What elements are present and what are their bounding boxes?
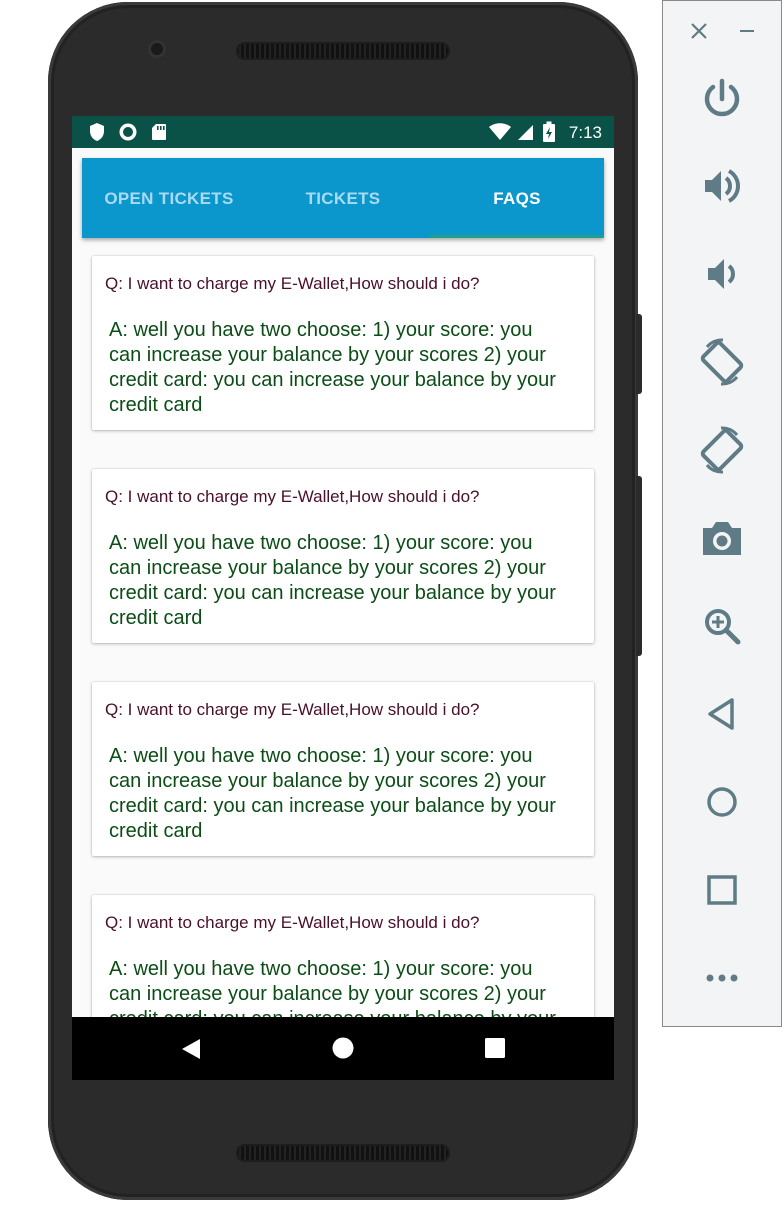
bottom-speaker: [236, 1144, 450, 1162]
navigation-bar: [72, 1017, 614, 1080]
volume-up-icon[interactable]: [693, 157, 751, 215]
nav-home-button[interactable]: [303, 1017, 383, 1080]
minimize-icon[interactable]: [735, 19, 759, 43]
tab-bar: OPEN TICKETS TICKETS FAQS: [82, 158, 604, 238]
nav-recents-button[interactable]: [455, 1017, 535, 1080]
tab-tickets[interactable]: TICKETS: [256, 158, 430, 238]
more-icon[interactable]: [693, 949, 751, 1007]
faq-card[interactable]: Q: I want to charge my E-Wallet,How shou…: [92, 256, 594, 430]
volume-down-icon[interactable]: [693, 245, 751, 303]
home-icon[interactable]: [693, 773, 751, 831]
sd-card-icon: [152, 124, 166, 140]
zoom-icon[interactable]: [693, 597, 751, 655]
rotate-left-icon[interactable]: [693, 333, 751, 391]
power-icon[interactable]: [693, 69, 751, 127]
emulator-toolbar: [662, 0, 782, 1027]
recents-icon: [485, 1038, 505, 1058]
sync-circle-icon: [119, 123, 137, 141]
status-time: 7:13: [568, 123, 602, 142]
rotate-right-icon[interactable]: [693, 421, 751, 479]
faq-card[interactable]: Q: I want to charge my E-Wallet,How shou…: [92, 895, 594, 1018]
faq-card[interactable]: Q: I want to charge my E-Wallet,How shou…: [92, 469, 594, 643]
camera-icon[interactable]: [693, 509, 751, 567]
faq-answer: A: well you have two choose: 1) your sco…: [109, 958, 556, 1018]
top-speaker: [236, 42, 450, 60]
faq-answer: A: well you have two choose: 1) your sco…: [109, 532, 556, 629]
faq-question: Q: I want to charge my E-Wallet,How shou…: [105, 913, 480, 932]
phone-power-button: [636, 314, 642, 394]
faq-question: Q: I want to charge my E-Wallet,How shou…: [105, 274, 480, 293]
front-camera: [148, 40, 166, 58]
back-icon[interactable]: [693, 685, 751, 743]
close-icon[interactable]: [687, 19, 711, 43]
wifi-icon: [489, 123, 511, 140]
battery-charging-icon: [543, 121, 555, 142]
tab-faqs[interactable]: FAQS: [430, 158, 604, 238]
cell-signal-icon: [518, 125, 533, 140]
home-icon: [332, 1037, 354, 1059]
faq-question: Q: I want to charge my E-Wallet,How shou…: [105, 700, 480, 719]
tab-open-tickets[interactable]: OPEN TICKETS: [82, 158, 256, 238]
back-icon: [182, 1039, 200, 1059]
faq-question: Q: I want to charge my E-Wallet,How shou…: [105, 487, 480, 506]
faq-card[interactable]: Q: I want to charge my E-Wallet,How shou…: [92, 682, 594, 856]
faq-answer: A: well you have two choose: 1) your sco…: [109, 745, 556, 842]
faq-answer: A: well you have two choose: 1) your sco…: [109, 319, 556, 416]
status-bar: 7:13: [72, 116, 614, 148]
overview-icon[interactable]: [693, 861, 751, 919]
shield-icon: [90, 123, 104, 141]
phone-screen: 7:13 OPEN TICKETS TICKETS FAQS Q: I want…: [72, 116, 614, 1080]
faq-list[interactable]: Q: I want to charge my E-Wallet,How shou…: [72, 238, 614, 1018]
nav-back-button[interactable]: [151, 1017, 231, 1080]
phone-volume-rocker: [636, 476, 642, 656]
